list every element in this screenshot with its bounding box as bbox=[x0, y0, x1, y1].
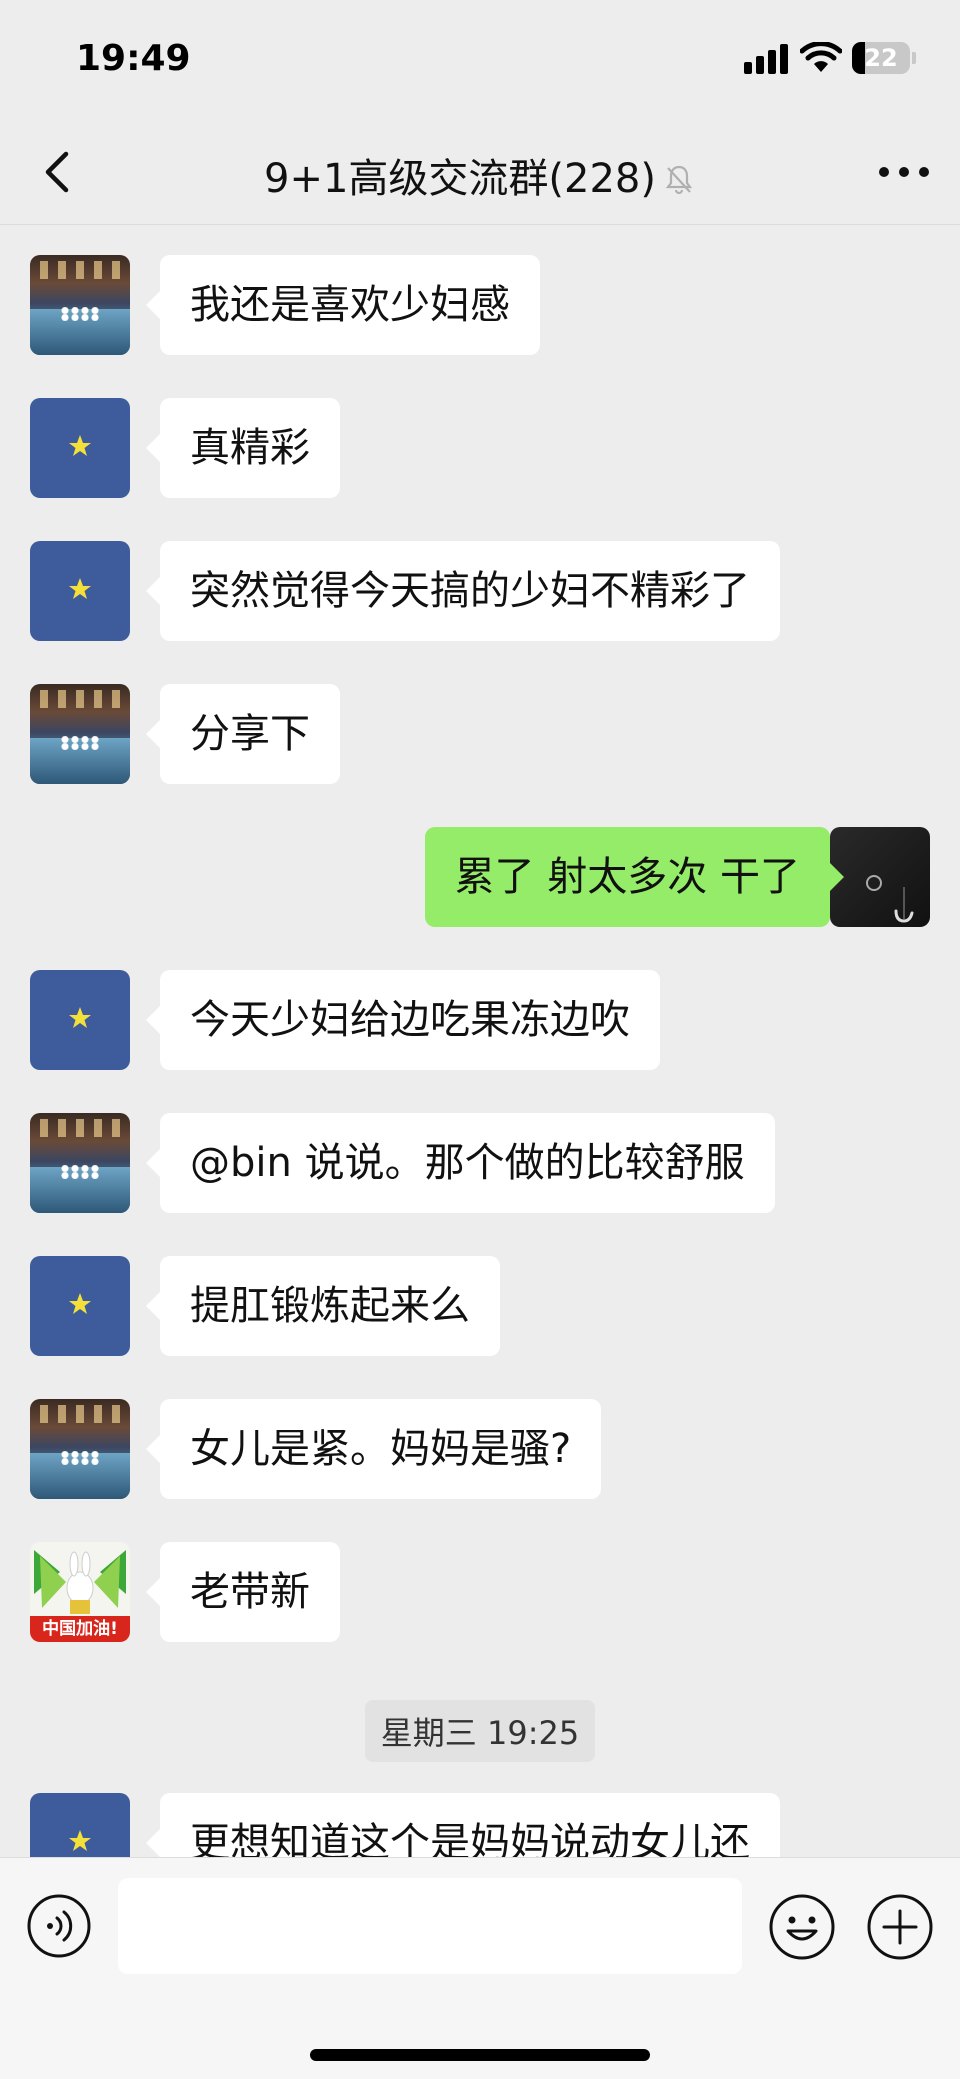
star-avatar[interactable] bbox=[30, 541, 130, 641]
input-bar bbox=[0, 1857, 960, 2079]
message-bubble[interactable]: 老带新 bbox=[146, 1542, 340, 1642]
message-row: 分享下 bbox=[0, 684, 960, 784]
battery-level: 22 bbox=[864, 44, 898, 72]
more-dots-icon[interactable] bbox=[874, 146, 934, 198]
star-icon bbox=[69, 435, 91, 456]
message-row: 中国加油! 老带新 bbox=[0, 1542, 960, 1642]
star-avatar[interactable] bbox=[30, 970, 130, 1070]
message-bubble[interactable]: 更想知道这个是妈妈说动女儿还 bbox=[146, 1793, 780, 1857]
star-icon bbox=[69, 1830, 91, 1851]
message-row: 提肛锻炼起来么 bbox=[0, 1256, 960, 1356]
home-indicator bbox=[310, 2049, 650, 2061]
green-avatar[interactable]: 中国加油! bbox=[30, 1542, 130, 1642]
mute-bell-icon bbox=[665, 165, 693, 195]
message-bubble[interactable]: 真精彩 bbox=[146, 398, 340, 498]
battery-nub bbox=[912, 52, 916, 64]
message-bubble[interactable]: 女儿是紧。妈妈是骚? bbox=[145, 1399, 602, 1499]
message-bubble[interactable]: 突然觉得今天搞的少妇不精彩了 bbox=[146, 541, 780, 641]
message-bubble[interactable]: 我还是喜欢少妇感 bbox=[146, 255, 540, 355]
message-row: 真精彩 bbox=[0, 398, 960, 498]
message-row: 我还是喜欢少妇感 bbox=[0, 255, 960, 355]
time-divider: 星期三 19:25 bbox=[0, 1700, 960, 1762]
dark-avatar[interactable] bbox=[830, 827, 930, 927]
message-row: 女儿是紧。妈妈是骚? bbox=[0, 1399, 960, 1499]
umbrella-icon bbox=[866, 875, 914, 923]
star-icon bbox=[69, 1007, 91, 1028]
avatar-badge: 中国加油! bbox=[30, 1616, 130, 1642]
group-name: 9+1高级交流群(228) bbox=[264, 156, 656, 202]
signal-icon bbox=[744, 44, 788, 74]
star-avatar[interactable] bbox=[30, 1793, 130, 1857]
message-bubble-self[interactable]: 累了 射太多次 干了 bbox=[424, 827, 845, 927]
star-avatar[interactable] bbox=[30, 1256, 130, 1356]
wifi-icon bbox=[800, 42, 842, 72]
voice-icon[interactable] bbox=[26, 1893, 92, 1959]
message-bubble[interactable]: 提肛锻炼起来么 bbox=[146, 1256, 500, 1356]
message-row: @bin 说说。那个做的比较舒服 bbox=[0, 1113, 960, 1213]
message-bubble[interactable]: 今天少妇给边吃果冻边吹 bbox=[146, 970, 660, 1070]
plus-icon[interactable] bbox=[866, 1893, 934, 1961]
message-row: 今天少妇给边吃果冻边吹 bbox=[0, 970, 960, 1070]
status-time: 19:49 bbox=[76, 38, 191, 79]
room-avatar[interactable] bbox=[30, 1113, 130, 1213]
message-list[interactable]: 我还是喜欢少妇感 真精彩 突然觉得今天搞的少妇不精彩了 分享下 累了 射太多次 … bbox=[0, 225, 960, 1857]
message-row: 更想知道这个是妈妈说动女儿还 bbox=[0, 1793, 960, 1857]
chat-title: 9+1高级交流群(228) bbox=[0, 146, 960, 204]
room-avatar[interactable] bbox=[30, 255, 130, 355]
star-icon bbox=[69, 1293, 91, 1314]
battery-icon: 22 bbox=[852, 42, 910, 74]
room-avatar[interactable] bbox=[30, 684, 130, 784]
star-icon bbox=[69, 578, 91, 599]
message-row: 突然觉得今天搞的少妇不精彩了 bbox=[0, 541, 960, 641]
room-avatar[interactable] bbox=[30, 1399, 130, 1499]
message-bubble[interactable]: 分享下 bbox=[146, 684, 340, 784]
nav-bar: 9+1高级交流群(228) bbox=[0, 120, 960, 225]
emoji-icon[interactable] bbox=[768, 1893, 836, 1961]
message-row-self: 累了 射太多次 干了 bbox=[0, 827, 960, 927]
time-divider-label: 星期三 19:25 bbox=[364, 1700, 596, 1762]
status-bar: 19:49 22 bbox=[0, 0, 960, 120]
message-input[interactable] bbox=[118, 1878, 742, 1974]
star-avatar[interactable] bbox=[30, 398, 130, 498]
message-bubble[interactable]: @bin 说说。那个做的比较舒服 bbox=[146, 1113, 775, 1213]
